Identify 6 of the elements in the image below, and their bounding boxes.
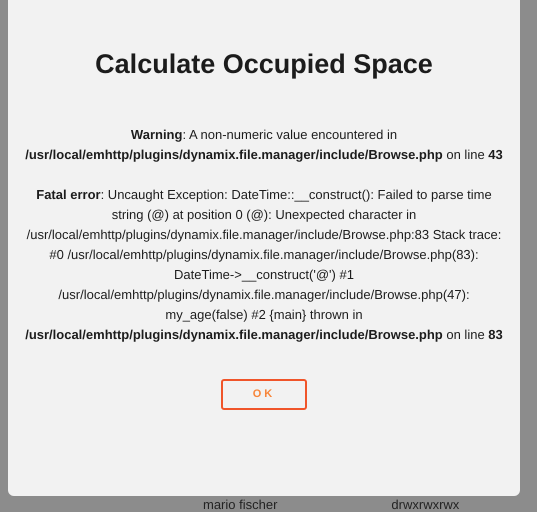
error-message: Warning: A non-numeric value encountered in /usr/local/emhttp/plugins/dynamix.file.manager/include/Browse.php on line 43: [24, 126, 504, 164]
permissions-text: drwxrwxrwx: [391, 498, 460, 512]
owner-text: mario fischer: [203, 498, 278, 512]
dialog-title: Calculate Occupied Space: [95, 48, 433, 81]
ok-button[interactable]: OK: [221, 378, 307, 410]
error-message: Fatal error: Uncaught Exception: DateTime::__construct(): Failed to parse time string (@) at position 0 (@): Unexpected character in /usr/local/emhttp/plugins/dynamix.file.manager/include/Browse.php:83 Stack trace: #0 /usr/local/emhttp/plugins/dynamix.file.manager/include/Browse.php(83): DateTime->__construct('@') #1 /usr/local/emhttp/plugins/dynamix.file.manager/include/Browse.php(47): my_age(false) #2 {main} thrown in /usr/local/emhttp/plugins/dynamix.file.manager/include/Browse.php on line 83: [24, 186, 504, 344]
